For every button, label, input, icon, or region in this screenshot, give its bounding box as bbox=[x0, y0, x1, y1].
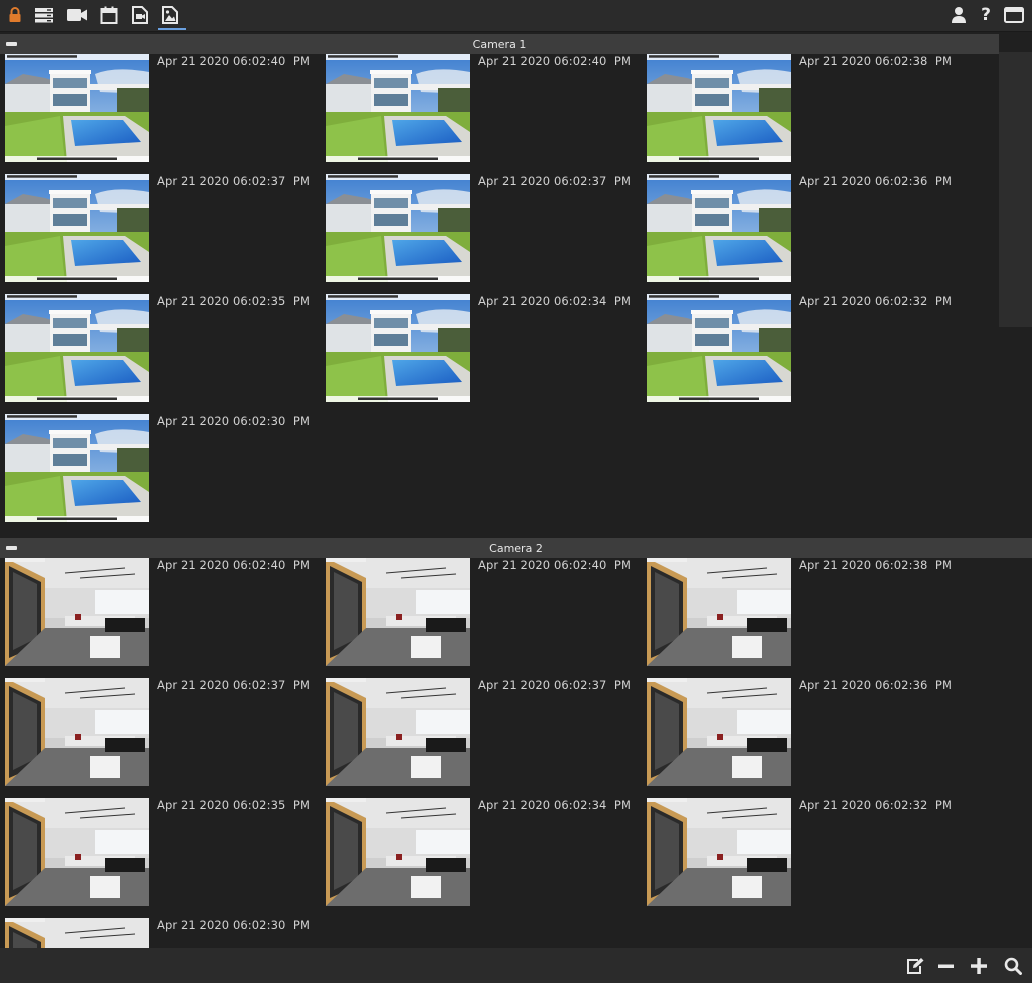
snapshot-thumbnail[interactable] bbox=[647, 558, 791, 666]
lock-icon[interactable] bbox=[3, 3, 27, 27]
snapshot-thumbnail[interactable] bbox=[5, 54, 149, 162]
top-toolbar: ? bbox=[0, 0, 1032, 32]
snapshot-thumbnail[interactable] bbox=[5, 798, 149, 906]
snapshot-thumbnail[interactable] bbox=[326, 558, 470, 666]
snapshot-thumbnail[interactable] bbox=[5, 558, 149, 666]
snapshot-item[interactable]: Apr 21 2020 06:02:30 PM bbox=[0, 918, 310, 948]
snapshot-thumbnail[interactable] bbox=[647, 294, 791, 402]
calendar-icon[interactable] bbox=[97, 3, 121, 27]
snapshot-thumbnail[interactable] bbox=[5, 414, 149, 522]
snapshot-timestamp: Apr 21 2020 06:02:36 PM bbox=[799, 678, 952, 692]
scrollbar-thumb[interactable] bbox=[999, 52, 1032, 327]
snapshot-thumbnail[interactable] bbox=[5, 174, 149, 282]
snapshot-item[interactable]: Apr 21 2020 06:02:34 PM bbox=[321, 798, 631, 906]
snapshot-item[interactable]: Apr 21 2020 06:02:37 PM bbox=[0, 174, 310, 282]
collapse-icon[interactable] bbox=[6, 546, 17, 550]
image-gallery-icon[interactable] bbox=[158, 3, 186, 30]
snapshot-item[interactable]: Apr 21 2020 06:02:38 PM bbox=[642, 558, 952, 666]
help-icon[interactable]: ? bbox=[974, 3, 998, 27]
snapshot-timestamp: Apr 21 2020 06:02:37 PM bbox=[157, 678, 310, 692]
snapshot-timestamp: Apr 21 2020 06:02:37 PM bbox=[478, 678, 631, 692]
snapshot-timestamp: Apr 21 2020 06:02:40 PM bbox=[157, 54, 310, 68]
snapshot-thumbnail[interactable] bbox=[647, 174, 791, 282]
snapshot-timestamp: Apr 21 2020 06:02:40 PM bbox=[157, 558, 310, 572]
snapshot-timestamp: Apr 21 2020 06:02:36 PM bbox=[799, 174, 952, 188]
snapshot-thumbnail[interactable] bbox=[647, 798, 791, 906]
section-title: Camera 2 bbox=[489, 541, 543, 555]
snapshot-timestamp: Apr 21 2020 06:02:35 PM bbox=[157, 294, 310, 308]
snapshot-item[interactable]: Apr 21 2020 06:02:40 PM bbox=[0, 558, 310, 666]
snapshot-timestamp: Apr 21 2020 06:02:40 PM bbox=[478, 54, 631, 68]
snapshot-timestamp: Apr 21 2020 06:02:34 PM bbox=[478, 294, 631, 308]
snapshot-timestamp: Apr 21 2020 06:02:34 PM bbox=[478, 798, 631, 812]
camera-2-header[interactable]: Camera 2 bbox=[0, 538, 1032, 558]
snapshot-thumbnail[interactable] bbox=[326, 294, 470, 402]
section-title: Camera 1 bbox=[472, 37, 527, 51]
snapshot-timestamp: Apr 21 2020 06:02:37 PM bbox=[157, 174, 310, 188]
user-icon[interactable] bbox=[947, 3, 971, 27]
snapshot-thumbnail[interactable] bbox=[647, 678, 791, 786]
snapshot-item[interactable]: Apr 21 2020 06:02:35 PM bbox=[0, 294, 310, 402]
collapse-icon[interactable] bbox=[6, 42, 17, 46]
edit-icon[interactable] bbox=[904, 956, 926, 976]
snapshot-item[interactable]: Apr 21 2020 06:02:38 PM bbox=[642, 54, 952, 162]
snapshot-item[interactable]: Apr 21 2020 06:02:37 PM bbox=[321, 174, 631, 282]
playback-file-icon[interactable] bbox=[128, 3, 152, 27]
bottom-toolbar bbox=[0, 948, 1032, 983]
snapshot-thumbnail[interactable] bbox=[326, 798, 470, 906]
snapshot-thumbnail[interactable] bbox=[326, 174, 470, 282]
snapshot-thumbnail[interactable] bbox=[5, 918, 149, 948]
snapshot-thumbnail[interactable] bbox=[647, 54, 791, 162]
snapshot-timestamp: Apr 21 2020 06:02:37 PM bbox=[478, 174, 631, 188]
snapshot-thumbnail[interactable] bbox=[5, 294, 149, 402]
snapshot-timestamp: Apr 21 2020 06:02:30 PM bbox=[157, 414, 310, 428]
snapshot-item[interactable]: Apr 21 2020 06:02:32 PM bbox=[642, 798, 952, 906]
snapshot-item[interactable]: Apr 21 2020 06:02:36 PM bbox=[642, 174, 952, 282]
camera-1-header[interactable]: Camera 1 bbox=[0, 34, 999, 54]
gallery-panel: Camera 1 Apr 21 2020 06:02:40 PM Apr 21 2… bbox=[0, 32, 1032, 948]
snapshot-timestamp: Apr 21 2020 06:02:38 PM bbox=[799, 54, 952, 68]
snapshot-timestamp: Apr 21 2020 06:02:32 PM bbox=[799, 798, 952, 812]
snapshot-item[interactable]: Apr 21 2020 06:02:30 PM bbox=[0, 414, 310, 522]
snapshot-item[interactable]: Apr 21 2020 06:02:37 PM bbox=[321, 678, 631, 786]
snapshot-thumbnail[interactable] bbox=[5, 678, 149, 786]
snapshot-timestamp: Apr 21 2020 06:02:40 PM bbox=[478, 558, 631, 572]
window-icon[interactable] bbox=[1002, 3, 1026, 27]
help-label: ? bbox=[981, 5, 991, 25]
snapshot-timestamp: Apr 21 2020 06:02:35 PM bbox=[157, 798, 310, 812]
snapshot-timestamp: Apr 21 2020 06:02:32 PM bbox=[799, 294, 952, 308]
server-icon[interactable] bbox=[32, 3, 56, 27]
zoom-in-icon[interactable] bbox=[968, 956, 990, 976]
snapshot-thumbnail[interactable] bbox=[326, 678, 470, 786]
snapshot-item[interactable]: Apr 21 2020 06:02:37 PM bbox=[0, 678, 310, 786]
zoom-out-icon[interactable] bbox=[935, 956, 957, 976]
snapshot-item[interactable]: Apr 21 2020 06:02:35 PM bbox=[0, 798, 310, 906]
snapshot-item[interactable]: Apr 21 2020 06:02:32 PM bbox=[642, 294, 952, 402]
search-icon[interactable] bbox=[1002, 956, 1024, 976]
snapshot-timestamp: Apr 21 2020 06:02:38 PM bbox=[799, 558, 952, 572]
snapshot-item[interactable]: Apr 21 2020 06:02:34 PM bbox=[321, 294, 631, 402]
snapshot-timestamp: Apr 21 2020 06:02:30 PM bbox=[157, 918, 310, 932]
snapshot-item[interactable]: Apr 21 2020 06:02:40 PM bbox=[321, 54, 631, 162]
video-camera-icon[interactable] bbox=[65, 3, 89, 27]
snapshot-item[interactable]: Apr 21 2020 06:02:40 PM bbox=[321, 558, 631, 666]
snapshot-item[interactable]: Apr 21 2020 06:02:40 PM bbox=[0, 54, 310, 162]
snapshot-item[interactable]: Apr 21 2020 06:02:36 PM bbox=[642, 678, 952, 786]
snapshot-thumbnail[interactable] bbox=[326, 54, 470, 162]
